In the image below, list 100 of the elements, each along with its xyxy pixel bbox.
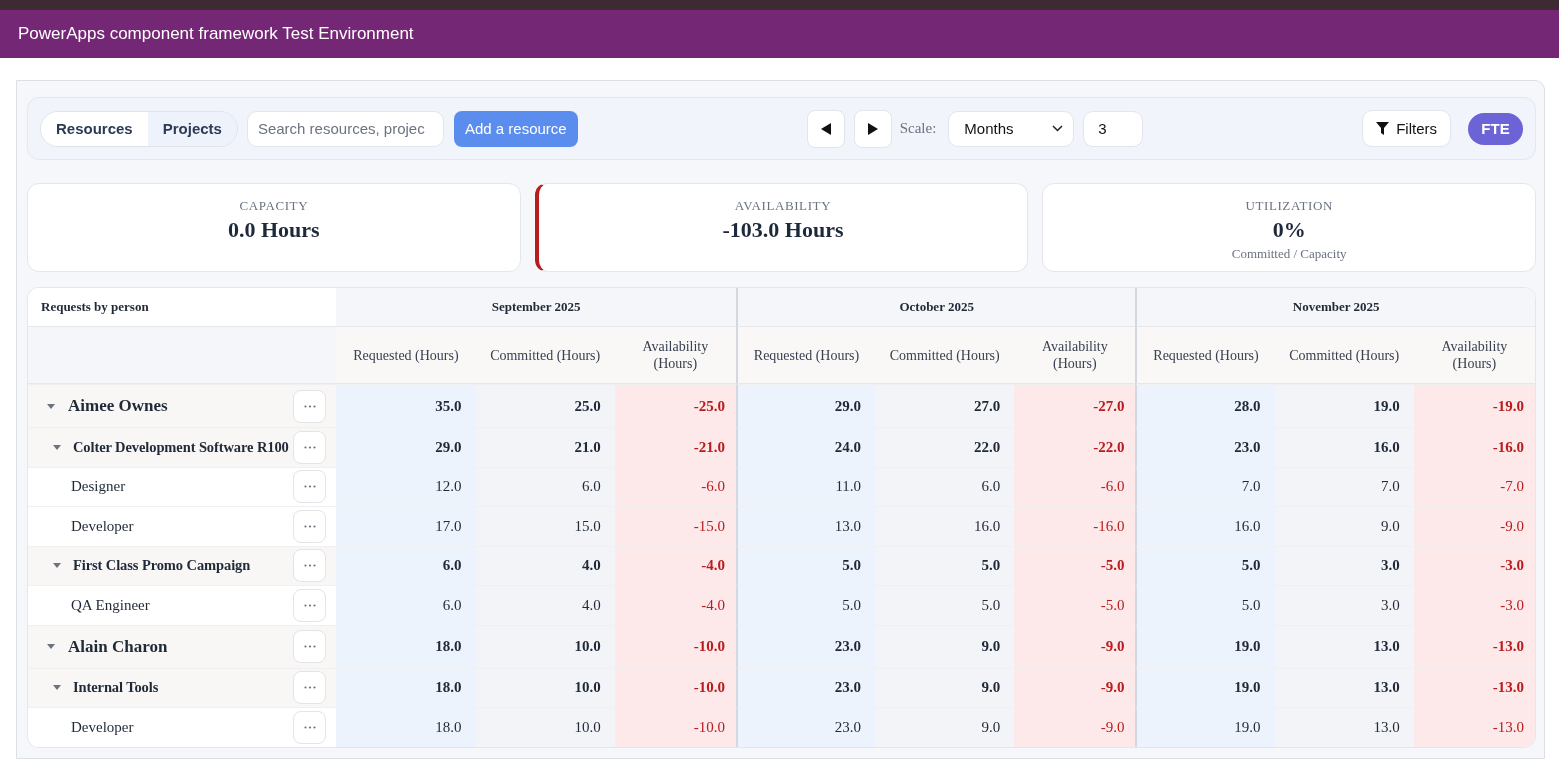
more-button[interactable] [293,588,327,622]
table-cell: 19.0 [1274,384,1414,427]
table-cell: 23.0 [1135,427,1275,467]
table-cell: 19.0 [1135,707,1275,747]
table-cell: 22.0 [875,427,1015,467]
table-cell: 16.0 [875,506,1015,546]
caret-icon[interactable] [53,563,61,569]
more-icon [303,564,316,568]
stat-value: 0.0 Hours [228,217,320,243]
table-cell: 10.0 [475,707,615,747]
more-icon [303,485,316,489]
month-header: September 2025 [336,288,736,327]
column-header: Committed (Hours) [475,327,615,384]
table-cell: 21.0 [475,427,615,467]
column-header: Committed (Hours) [1274,327,1414,384]
previous-button[interactable] [806,109,845,148]
stat-value: 0% [1272,217,1306,243]
column-header: Availability (Hours) [1014,327,1136,384]
table-cell: 9.0 [875,707,1015,747]
role-name: Developer [71,718,134,736]
table-cell: -19.0 [1413,384,1535,427]
table-cell: 9.0 [875,667,1015,707]
table-cell: -16.0 [1014,506,1136,546]
table-cell: 6.0 [875,466,1015,506]
table-cell: 3.0 [1274,545,1414,585]
table-cell: 6.0 [336,545,476,585]
table-cell: 7.0 [1274,466,1414,506]
table-cell: 18.0 [336,624,476,668]
more-icon [303,603,316,607]
table-cell: -9.0 [1014,667,1136,707]
column-header: Requested (Hours) [1135,327,1275,384]
table-cell: 29.0 [336,427,476,467]
table-cell: -13.0 [1413,707,1535,747]
view-tab[interactable]: Resources [41,111,148,146]
caret-icon[interactable] [47,644,55,649]
table-cell: -3.0 [1413,545,1535,585]
more-button[interactable] [293,389,327,423]
table-cell: 13.0 [735,506,876,546]
table-cell: -13.0 [1413,624,1535,668]
more-button[interactable] [293,710,327,744]
table-cell: -22.0 [1014,427,1136,467]
project-name: Internal Tools [73,679,159,697]
filters-button[interactable]: Filters [1362,110,1451,147]
table-cell: 19.0 [1135,667,1275,707]
table-cell: 6.0 [475,466,615,506]
table-cell: 12.0 [336,466,476,506]
table-cell: 16.0 [1274,427,1414,467]
table-title: Requests by person [28,288,337,327]
project-name: First Class Promo Campaign [73,557,251,575]
more-button[interactable] [293,430,327,464]
table-cell: 5.0 [1135,585,1275,625]
more-button[interactable] [293,630,327,663]
project-name: Colter Development Software R100 [73,438,289,456]
more-button[interactable] [293,549,327,583]
filter-icon [1376,122,1390,135]
table-cell: -10.0 [614,707,736,747]
table-cell: 13.0 [1274,667,1414,707]
more-icon [303,686,316,690]
search-field[interactable]: Search resources, projec [246,110,444,147]
next-button[interactable] [853,109,892,148]
table-cell: 23.0 [735,624,876,668]
table-cell: 24.0 [735,427,876,467]
table-cell: 3.0 [1274,585,1414,625]
table-cell: -13.0 [1413,667,1535,707]
caret-icon[interactable] [53,685,61,691]
table-cell: 5.0 [735,545,876,585]
table-cell: 18.0 [336,667,476,707]
column-header: Requested (Hours) [336,327,476,384]
table-cell: 11.0 [735,466,876,506]
column-header: Committed (Hours) [875,327,1015,384]
month-header: November 2025 [1135,288,1535,327]
table-cell: -6.0 [614,466,736,506]
table-cell: -9.0 [1413,506,1535,546]
table-cell: -25.0 [614,384,736,427]
month-header: October 2025 [735,288,1136,327]
more-button[interactable] [293,671,327,705]
table-cell: 25.0 [475,384,615,427]
table-cell: 5.0 [875,545,1015,585]
app-title: PowerApps component framework Test Environment [18,24,414,44]
range-field[interactable]: 3 [1083,110,1144,147]
scale-select[interactable]: Months [948,110,1075,147]
table-cell: -10.0 [614,624,736,668]
person-name: Alain Charon [68,636,168,657]
table-cell: -9.0 [1014,707,1136,747]
table-cell: -7.0 [1413,466,1535,506]
caret-icon[interactable] [47,403,55,409]
caret-icon[interactable] [53,444,61,450]
table-cell: 10.0 [475,624,615,668]
fte-button[interactable]: FTE [1468,112,1523,145]
more-icon [303,445,316,449]
stat-label: UTILIZATION [1245,198,1333,214]
stat-value: -103.0 Hours [722,217,844,243]
stat-note: Committed / Capacity [1231,246,1347,262]
more-button[interactable] [293,509,327,543]
table-cell: 4.0 [475,545,615,585]
table-cell: -10.0 [614,667,736,707]
table-cell: 19.0 [1135,624,1275,668]
table-cell: 5.0 [875,585,1015,625]
more-button[interactable] [293,470,327,504]
table-cell: -6.0 [1014,466,1136,506]
